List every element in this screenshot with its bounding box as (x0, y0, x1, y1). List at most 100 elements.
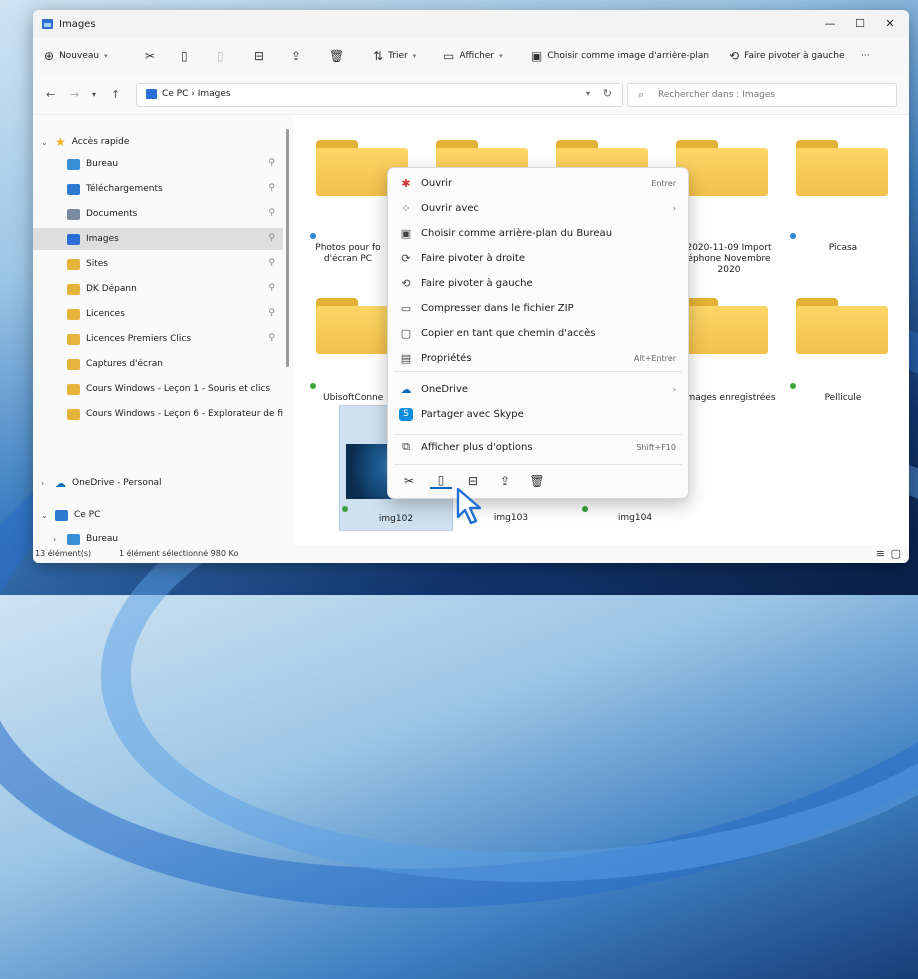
chevron-down-icon[interactable]: ⌄ (41, 138, 55, 147)
file-label[interactable]: img104 (585, 513, 685, 524)
folder-icon[interactable] (676, 298, 768, 354)
more-button[interactable]: ··· (861, 47, 870, 65)
new-button[interactable]: ⊕ Nouveau ▾ (44, 47, 108, 65)
rename-button[interactable]: ⊟ (254, 47, 264, 65)
context-menu-item[interactable]: ▤ Propriétés Alt+Entrer (388, 346, 688, 370)
chevron-down-icon[interactable]: ▾ (586, 89, 590, 98)
menu-item-label: Faire pivoter à droite (421, 252, 526, 264)
images-folder-icon (42, 19, 53, 29)
details-view-icon[interactable]: ≡ (876, 547, 885, 560)
menu-item-label: Copier en tant que chemin d'accès (421, 327, 596, 339)
folder-label[interactable]: mages enregistrées (681, 393, 781, 404)
sidebar-item[interactable]: Bureau ⚲ (33, 153, 283, 175)
share-button[interactable]: ⇪ (291, 47, 301, 65)
scissors-icon[interactable]: ✂ (398, 474, 420, 488)
folder-icon (67, 183, 80, 195)
address-row: ← → ▾ ↑ Ce PC › Images ▾ ↻ ⌕ Rechercher … (33, 74, 909, 115)
context-menu-item[interactable]: ▭ Compresser dans le fichier ZIP (388, 296, 688, 320)
menu-item-label: Compresser dans le fichier ZIP (421, 302, 574, 314)
pin-icon[interactable]: ⚲ (268, 158, 275, 168)
maximize-button[interactable]: ☐ (847, 14, 873, 34)
sidebar-item-onedrive[interactable]: › ☁ OneDrive - Personal (41, 472, 281, 494)
pin-icon[interactable]: ⚲ (268, 233, 275, 243)
sidebar-item[interactable]: Cours Windows - Leçon 6 - Explorateur de… (33, 403, 283, 425)
sidebar-quick-access[interactable]: ⌄ ★ Accès rapide (41, 131, 281, 153)
sidebar-item[interactable]: Licences ⚲ (33, 303, 283, 325)
folder-label[interactable]: Photos pour fo d'écran PC (313, 243, 383, 265)
paste-button[interactable]: ▯ (217, 47, 224, 65)
pin-icon[interactable]: ⚲ (268, 283, 275, 293)
breadcrumb[interactable]: Ce PC › Images (162, 89, 231, 99)
images-folder-icon (146, 89, 157, 99)
copy-button[interactable]: ▯ (181, 47, 188, 65)
menu-item-icon: ▭ (400, 301, 412, 315)
sidebar-item[interactable]: Sites ⚲ (33, 253, 283, 275)
sidebar-scrollbar[interactable] (286, 129, 289, 367)
folder-icon[interactable] (796, 298, 888, 354)
set-wallpaper-button[interactable]: ▣ Choisir comme image d'arrière-plan (531, 47, 709, 65)
sidebar-item[interactable]: Images ⚲ (33, 228, 283, 250)
copy-icon: ▯ (181, 49, 188, 63)
folder-icon (67, 258, 80, 270)
context-menu-item[interactable]: ✱ Ouvrir Entrer (388, 171, 688, 195)
pin-icon[interactable]: ⚲ (268, 208, 275, 218)
chevron-down-icon[interactable]: ▾ (92, 90, 96, 99)
sync-status-icon (310, 383, 316, 389)
search-input[interactable]: ⌕ Rechercher dans : Images (627, 83, 897, 107)
trash-icon[interactable]: 🗑 (526, 474, 548, 488)
context-menu-item[interactable]: ▢ Copier en tant que chemin d'accès (388, 321, 688, 345)
refresh-icon[interactable]: ↻ (603, 87, 612, 100)
sidebar-item-label: Documents (86, 209, 138, 219)
sidebar-item-label: DK Dépann (86, 284, 137, 294)
pin-icon[interactable]: ⚲ (268, 308, 275, 318)
rotate-left-button[interactable]: ⟲ Faire pivoter à gauche (729, 47, 845, 65)
chevron-down-icon: ▾ (499, 52, 503, 60)
sidebar-item[interactable]: Téléchargements ⚲ (33, 178, 283, 200)
folder-icon[interactable] (676, 140, 768, 196)
sidebar-item-this-pc[interactable]: ⌄ Ce PC (41, 504, 281, 526)
tiles-view-icon[interactable]: ▢ (891, 547, 901, 560)
sidebar-item[interactable]: Licences Premiers Clics ⚲ (33, 328, 283, 350)
delete-button[interactable]: 🗑 (329, 47, 344, 65)
chevron-right-icon[interactable]: › (53, 535, 67, 544)
pin-icon[interactable]: ⚲ (268, 258, 275, 268)
trash-icon: 🗑 (329, 49, 345, 63)
back-arrow-icon[interactable]: ← (46, 88, 55, 101)
chevron-down-icon[interactable]: ⌄ (41, 511, 55, 520)
up-arrow-icon[interactable]: ↑ (111, 88, 120, 101)
cut-button[interactable]: ✂ (145, 47, 155, 65)
pin-icon[interactable]: ⚲ (268, 183, 275, 193)
share-icon: ⇪ (291, 49, 302, 63)
folder-label[interactable]: Picasa (793, 243, 893, 254)
address-bar[interactable]: Ce PC › Images ▾ ↻ (136, 83, 623, 107)
context-menu-item[interactable]: S Partager avec Skype (388, 402, 688, 426)
sidebar-item[interactable]: Documents ⚲ (33, 203, 283, 225)
folder-label[interactable]: 2020-11-09 Import éphone Novembre 2020 (679, 243, 779, 276)
chevron-right-icon[interactable]: › (41, 479, 55, 488)
context-menu: ✱ Ouvrir Entrer ⁘ Ouvrir avec › ▣ Choisir comme… (387, 167, 689, 499)
folder-icon[interactable] (796, 140, 888, 196)
minimize-button[interactable]: — (817, 14, 843, 34)
selection-info: 1 élément sélectionné 980 Ko (119, 549, 239, 558)
sync-status-icon (582, 506, 588, 512)
context-menu-item[interactable]: ⟲ Faire pivoter à gauche (388, 271, 688, 295)
menu-item-shortcut: › (672, 384, 676, 394)
copy-icon[interactable]: ▯ (430, 473, 452, 489)
forward-arrow-icon[interactable]: → (70, 88, 79, 101)
sync-status-icon (790, 233, 796, 239)
sort-button[interactable]: ⇅ Trier ▾ (373, 47, 416, 65)
context-menu-item[interactable]: ⁘ Ouvrir avec › (388, 196, 688, 220)
context-menu-item[interactable]: ⟳ Faire pivoter à droite (388, 246, 688, 270)
sidebar-item[interactable]: Cours Windows - Leçon 1 - Souris et clic… (33, 378, 283, 400)
pin-icon[interactable]: ⚲ (268, 333, 275, 343)
close-button[interactable]: ✕ (877, 14, 903, 34)
context-menu-item[interactable]: ☁ OneDrive › (388, 377, 688, 401)
context-menu-item[interactable]: ⧉ Afficher plus d'options Shift+F10 (388, 435, 688, 459)
context-menu-item[interactable]: ▣ Choisir comme arrière-plan du Bureau (388, 221, 688, 245)
view-button[interactable]: ▭ Afficher ▾ (443, 47, 503, 65)
folder-label[interactable]: Pellicule (793, 393, 893, 404)
sidebar-item[interactable]: DK Dépann ⚲ (33, 278, 283, 300)
more-label: ··· (861, 51, 870, 61)
sidebar-item[interactable]: Captures d'écran (33, 353, 283, 375)
share-icon[interactable]: ⇪ (494, 474, 516, 488)
